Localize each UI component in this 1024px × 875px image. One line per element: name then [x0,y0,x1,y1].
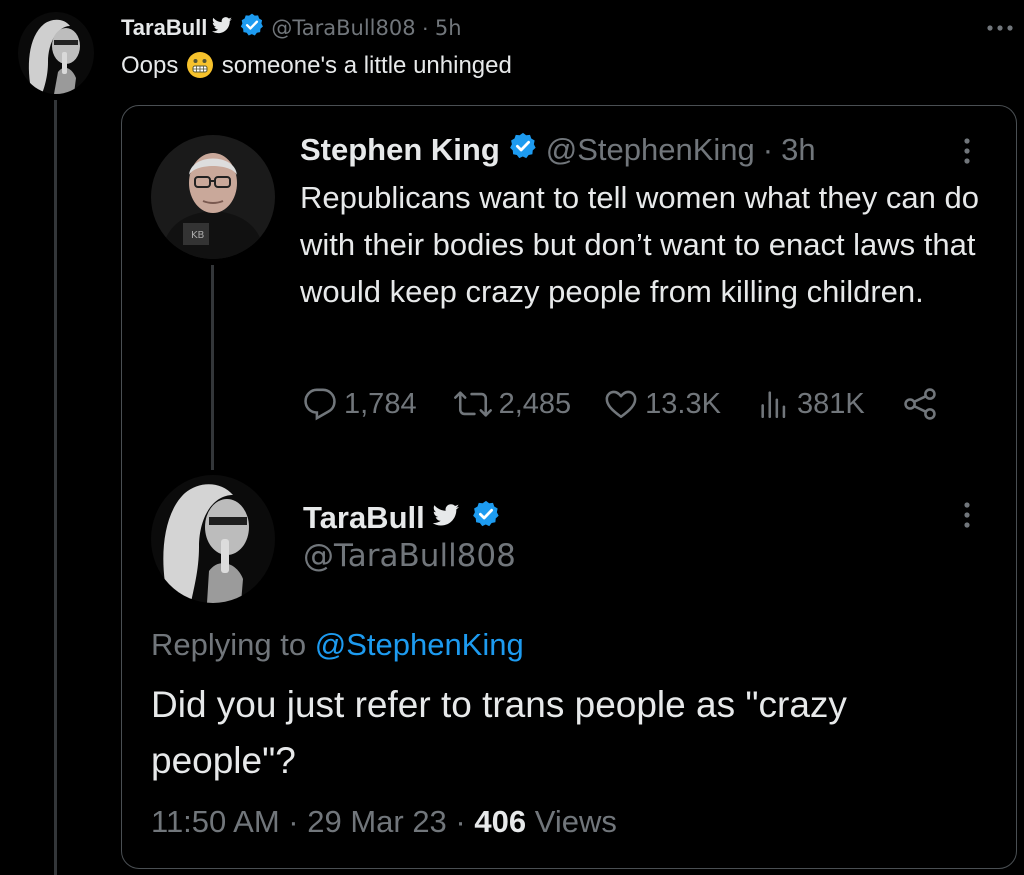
reply-meta-line: 11:50 AM · 29 Mar 23 · 406 Views [151,804,617,840]
twitter-bird-icon [211,15,233,41]
outer-tweet-header: TaraBull @TaraBull808 · 5h [121,12,462,44]
quoted-author-handle[interactable]: @StephenKing [546,132,755,168]
reply-tweet-text: Did you just refer to trans people as "c… [151,684,847,781]
reply-author-avatar[interactable] [151,475,275,603]
outer-author-name[interactable]: TaraBull [121,15,207,41]
reply-action[interactable]: 1,784 [302,387,417,421]
thread-connector-line [54,100,57,875]
like-count: 13.3K [645,387,721,420]
grimacing-face-emoji [187,52,214,78]
views-count: 381K [796,387,865,420]
more-vertical-icon[interactable] [955,135,979,167]
share-icon [901,387,939,421]
outer-separator: · [421,15,429,40]
quote-thread-line [211,265,214,470]
reply-views-count: 406 [474,804,527,839]
stephen-king-avatar[interactable]: KB [151,135,275,259]
reply-views-label: Views [534,804,617,839]
share-action[interactable] [901,387,939,421]
reply-icon [302,387,338,421]
reply-author-handle[interactable]: @TaraBull808 [303,538,516,574]
retweet-action[interactable]: 2,485 [453,387,572,421]
outer-author-handle[interactable]: @TaraBull808 [271,16,415,40]
outer-tweet-text: Oops someone's a little unhinged [121,52,512,80]
quoted-tweet-header: Stephen King @StephenKing · 3h [300,130,816,170]
replying-to-line: Replying to @StephenKing [151,627,524,663]
reply-author-name[interactable]: TaraBull [303,500,425,536]
heart-icon [603,387,639,421]
replying-to-prefix: Replying to [151,627,307,662]
analytics-bars-icon [757,387,791,421]
reply-count: 1,784 [344,387,417,420]
verified-badge-icon [508,131,538,169]
verified-badge-icon [239,12,265,44]
like-action[interactable]: 13.3K [603,387,721,421]
replying-to-handle-link[interactable]: @StephenKing [315,627,524,662]
retweet-icon [453,387,493,421]
quoted-separator: · [762,132,774,167]
outer-tweet-time[interactable]: 5h [435,16,462,40]
views-action[interactable]: 381K [757,387,865,421]
quoted-metrics-row: 1,784 2,485 13.3K 381K [302,384,972,424]
outer-author-avatar[interactable] [18,12,94,94]
retweet-count: 2,485 [498,387,572,420]
reply-timestamp[interactable]: 11:50 AM · 29 Mar 23 · [151,804,466,839]
verified-badge-icon [471,499,501,537]
quoted-tweet-time[interactable]: 3h [781,132,815,168]
reply-tweet-header: TaraBull [303,498,501,538]
outer-text-before-emoji: Oops [121,52,179,79]
more-vertical-icon[interactable] [955,499,979,531]
quoted-tweet-text: Republicans want to tell women what they… [300,180,979,309]
outer-text-after-emoji: someone's a little unhinged [221,52,512,79]
twitter-bird-icon [431,500,461,536]
quoted-author-name[interactable]: Stephen King [300,132,500,168]
svg-text:KB: KB [191,230,205,241]
more-horizontal-icon[interactable] [982,16,1018,40]
